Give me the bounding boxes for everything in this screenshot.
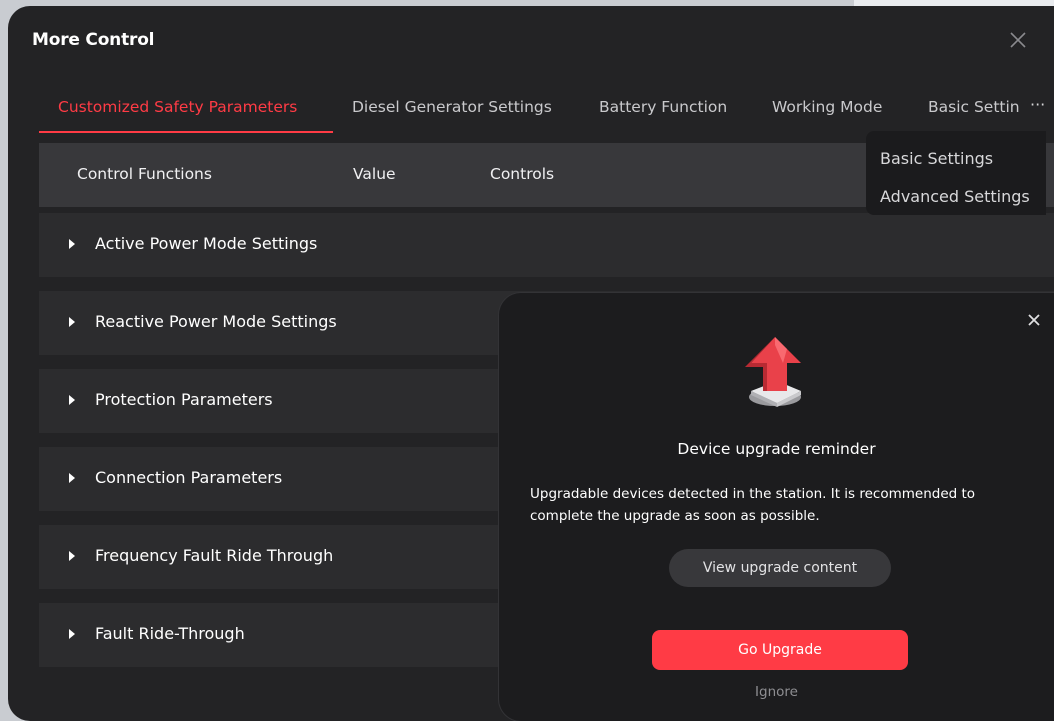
expand-triangle-icon — [69, 395, 75, 405]
tab-working-mode[interactable]: Working Mode — [772, 91, 882, 135]
upgrade-arrow-icon — [745, 337, 801, 407]
dialog-title: Device upgrade reminder — [677, 440, 876, 458]
tab-diesel-generator-settings[interactable]: Diesel Generator Settings — [352, 91, 552, 135]
list-item-label: Connection Parameters — [95, 468, 283, 487]
more-tabs-button[interactable]: ··· — [1030, 95, 1045, 114]
view-upgrade-content-button[interactable]: View upgrade content — [669, 549, 891, 587]
ignore-link[interactable]: Ignore — [499, 684, 1054, 700]
tab-basic-settings[interactable]: Basic Settin — [928, 91, 1020, 135]
tab-battery-function[interactable]: Battery Function — [599, 91, 727, 135]
basic-settings-dropdown: Basic Settings Advanced Settings — [866, 131, 1046, 215]
expand-triangle-icon — [69, 317, 75, 327]
expand-triangle-icon — [69, 551, 75, 561]
upgrade-reminder-dialog: Device upgrade reminder Upgradable devic… — [499, 293, 1054, 721]
column-header-value: Value — [353, 165, 396, 183]
expand-triangle-icon — [69, 629, 75, 639]
dropdown-item-basic-settings[interactable]: Basic Settings — [880, 149, 993, 168]
list-item[interactable]: Active Power Mode Settings — [39, 213, 1054, 277]
window-title: More Control — [32, 30, 155, 50]
go-upgrade-button[interactable]: Go Upgrade — [652, 630, 908, 670]
list-item-label: Frequency Fault Ride Through — [95, 546, 334, 565]
active-tab-indicator — [39, 131, 333, 133]
column-header-controls: Controls — [490, 165, 555, 183]
dialog-message: Upgradable devices detected in the stati… — [530, 486, 976, 524]
dropdown-item-advanced-settings[interactable]: Advanced Settings — [880, 187, 1030, 206]
list-item-label: Protection Parameters — [95, 390, 273, 409]
tab-customized-safety-parameters[interactable]: Customized Safety Parameters — [58, 91, 297, 135]
list-item-label: Fault Ride-Through — [95, 624, 245, 643]
expand-triangle-icon — [69, 239, 75, 249]
column-header-control-functions: Control Functions — [77, 165, 212, 183]
list-item-label: Active Power Mode Settings — [95, 234, 318, 253]
close-icon[interactable] — [1025, 311, 1043, 329]
expand-triangle-icon — [69, 473, 75, 483]
close-icon[interactable] — [1006, 28, 1030, 52]
list-item-label: Reactive Power Mode Settings — [95, 312, 337, 331]
